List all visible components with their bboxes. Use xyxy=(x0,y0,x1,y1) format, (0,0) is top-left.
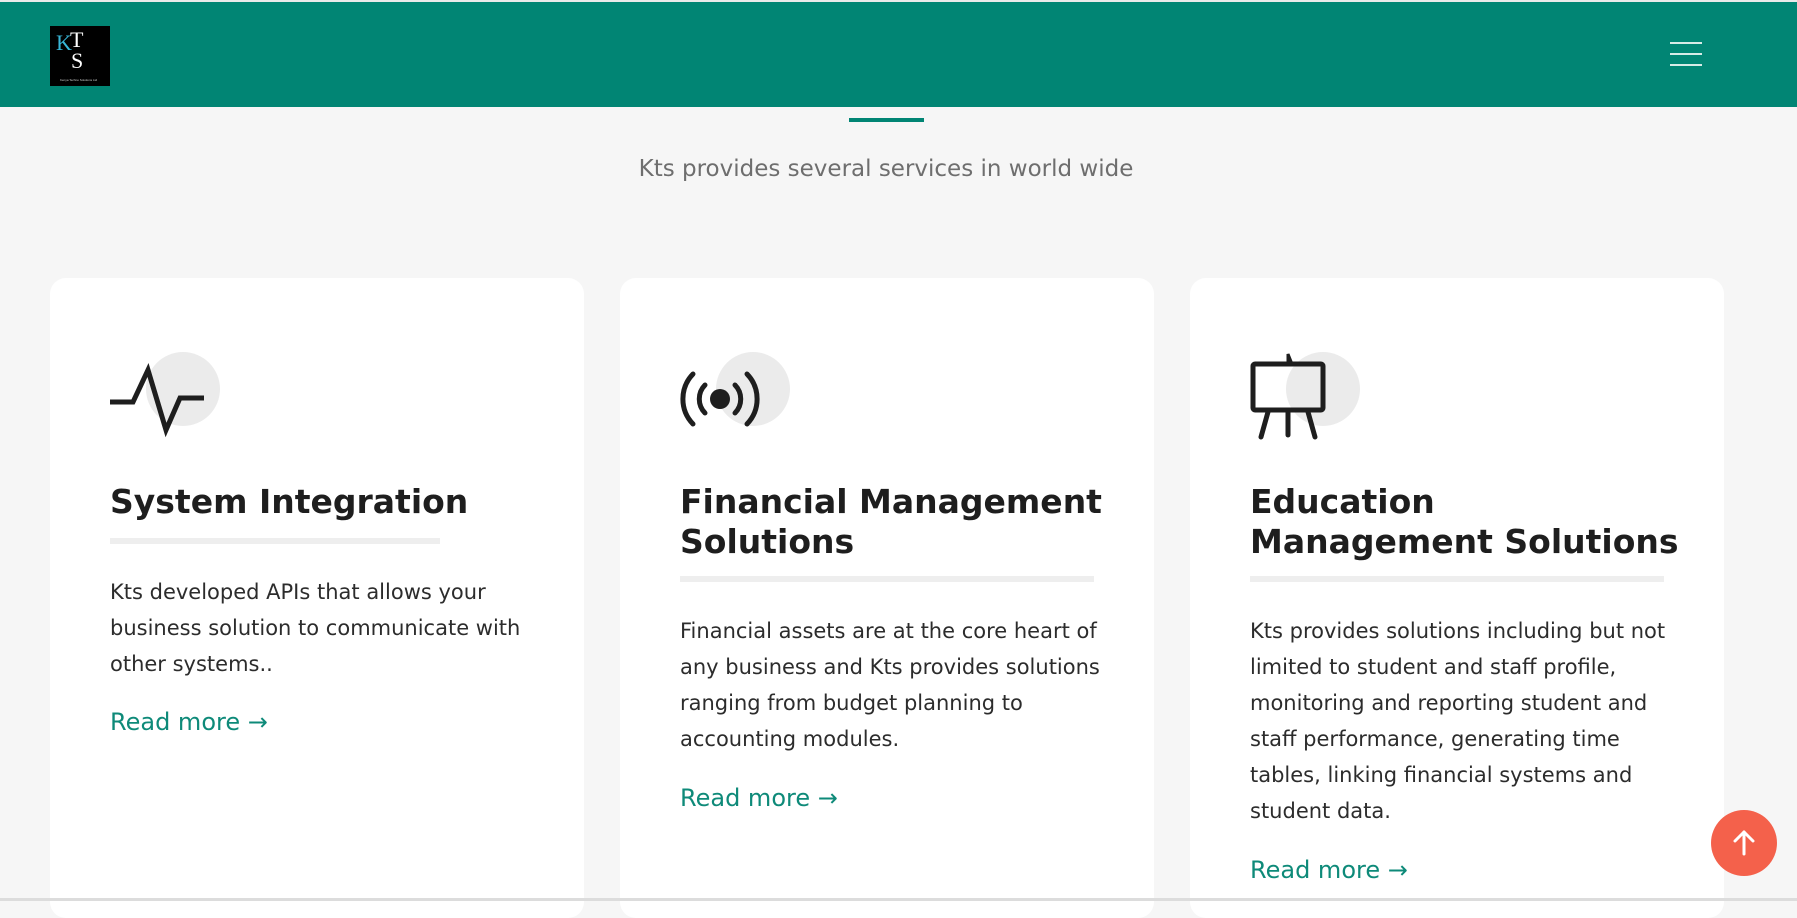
read-more-link[interactable]: Read more → xyxy=(1250,856,1408,884)
service-card-education-management: Education Management Solutions Kts provi… xyxy=(1190,278,1724,918)
section-subtitle: Kts provides several services in world w… xyxy=(638,156,1134,182)
section-title-divider xyxy=(849,118,924,122)
read-more-link[interactable]: Read more → xyxy=(680,784,838,812)
card-title: Education Management Solutions xyxy=(1250,482,1679,561)
activity-pulse-icon xyxy=(108,352,220,442)
service-card-financial-management: Financial Management Solutions Financial… xyxy=(620,278,1154,918)
title-underline xyxy=(680,576,1094,582)
broadcast-signal-icon xyxy=(678,352,790,442)
arrow-up-icon xyxy=(1733,830,1755,856)
service-card-system-integration: System Integration Kts developed APIs th… xyxy=(50,278,584,918)
read-more-link[interactable]: Read more → xyxy=(110,708,268,736)
card-description: Kts provides solutions including but not… xyxy=(1250,619,1666,823)
card-title: Financial Management Solutions xyxy=(680,482,1102,561)
card-description: Kts developed APIs that allows your busi… xyxy=(110,580,521,676)
site-header: K T S Kenya Techno Solutions Ltd xyxy=(0,0,1797,107)
scroll-to-top-button[interactable] xyxy=(1711,810,1777,876)
card-title: System Integration xyxy=(110,482,469,521)
logo-tagline: Kenya Techno Solutions Ltd xyxy=(60,78,98,82)
logo-letter-s: S xyxy=(71,48,84,73)
presentation-easel-icon xyxy=(1248,352,1360,442)
card-description: Financial assets are at the core heart o… xyxy=(680,619,1100,751)
hamburger-icon[interactable] xyxy=(1670,42,1702,70)
kts-logo[interactable]: K T S Kenya Techno Solutions Ltd xyxy=(50,26,110,86)
title-underline xyxy=(110,538,440,544)
title-underline xyxy=(1250,576,1664,582)
